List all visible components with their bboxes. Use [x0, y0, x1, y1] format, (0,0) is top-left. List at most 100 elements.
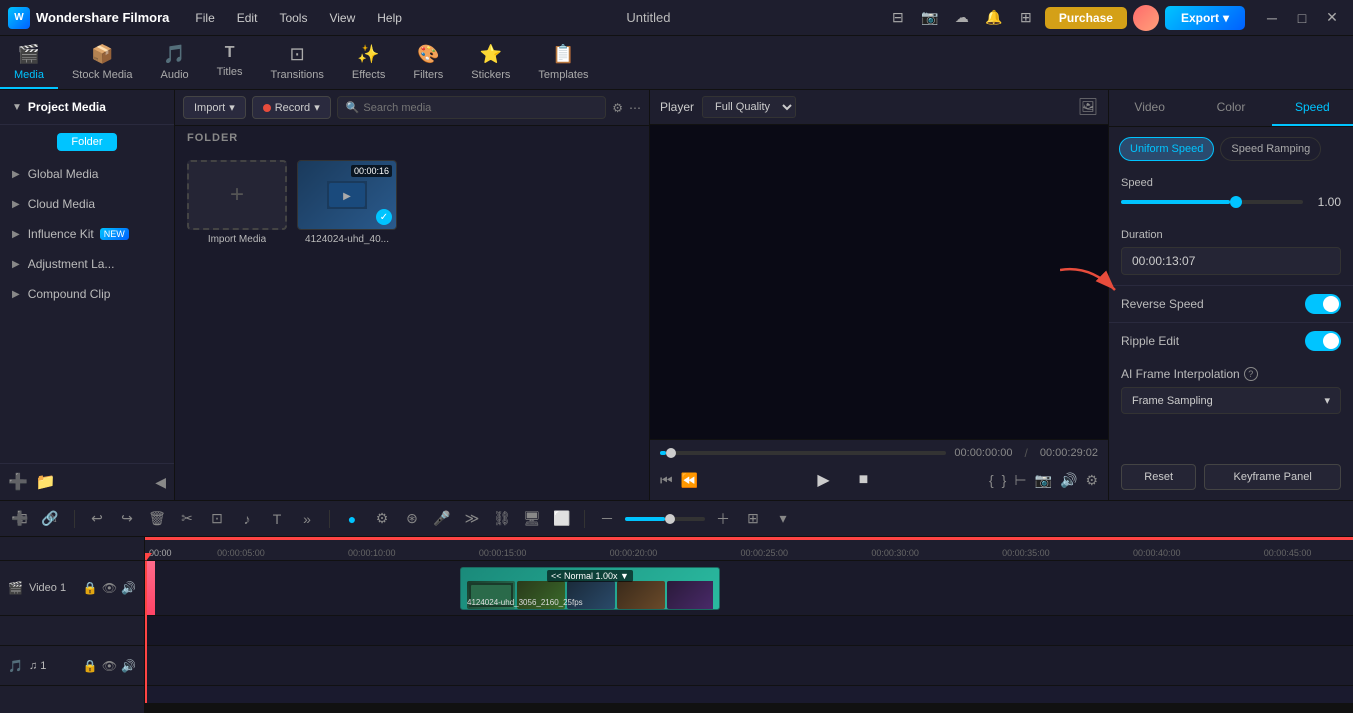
- green-circle-icon[interactable]: ●: [340, 507, 364, 531]
- media-file-item[interactable]: ▶ 00:00:16 ✓ 4124024-uhd_40...: [297, 160, 397, 245]
- speed2-icon[interactable]: ≫: [460, 507, 484, 531]
- camera-icon[interactable]: 📷: [917, 5, 943, 31]
- ripple-edit-toggle[interactable]: [1305, 331, 1341, 351]
- tab-titles[interactable]: T Titles: [203, 38, 257, 89]
- tab-media[interactable]: 🎬 Media: [0, 38, 58, 89]
- record-button[interactable]: Record ▾: [252, 96, 331, 119]
- redo-icon[interactable]: ↪: [115, 507, 139, 531]
- info-icon[interactable]: ?: [1244, 367, 1258, 381]
- audio-lock-icon[interactable]: 🔒: [83, 659, 98, 673]
- menu-help[interactable]: Help: [367, 7, 412, 29]
- tab-speed[interactable]: Speed: [1272, 90, 1353, 126]
- video-clip[interactable]: << Normal 1.00x ▼: [460, 567, 720, 610]
- audio-icon[interactable]: ♪: [235, 507, 259, 531]
- menu-edit[interactable]: Edit: [227, 7, 268, 29]
- uniform-speed-tab[interactable]: Uniform Speed: [1119, 137, 1214, 161]
- cut-icon[interactable]: ✂: [175, 507, 199, 531]
- shield-icon[interactable]: ⊛: [400, 507, 424, 531]
- image-view-icon[interactable]: 🖼: [1078, 99, 1098, 116]
- tab-transitions[interactable]: ⊡ Transitions: [257, 38, 338, 89]
- settings2-icon[interactable]: ⚙: [370, 507, 394, 531]
- sidebar-item-global-media[interactable]: ▶ Global Media: [0, 159, 174, 189]
- win-maximize-button[interactable]: □: [1289, 5, 1315, 31]
- track-lock-icon[interactable]: 🔒: [83, 581, 98, 595]
- tab-effects[interactable]: ✨ Effects: [338, 38, 399, 89]
- zoom-slider[interactable]: [625, 517, 705, 521]
- remove-folder-icon[interactable]: 📁: [36, 472, 56, 492]
- tab-video[interactable]: Video: [1109, 90, 1190, 126]
- playhead[interactable]: [145, 561, 147, 703]
- tab-templates[interactable]: 📋 Templates: [524, 38, 602, 89]
- purchase-button[interactable]: Purchase: [1045, 7, 1127, 29]
- keyframe-panel-button[interactable]: Keyframe Panel: [1204, 464, 1341, 490]
- chevron-down2-icon[interactable]: ▾: [771, 507, 795, 531]
- mic-icon[interactable]: 🎤: [430, 507, 454, 531]
- link2-icon[interactable]: 🔗: [38, 507, 62, 531]
- more-icon[interactable]: ⋯: [629, 101, 641, 115]
- sidebar-item-compound-clip[interactable]: ▶ Compound Clip: [0, 279, 174, 309]
- filter-icon[interactable]: ⚙: [612, 101, 623, 115]
- text-icon[interactable]: T: [265, 507, 289, 531]
- progress-track[interactable]: [660, 451, 946, 455]
- menu-tools[interactable]: Tools: [269, 7, 317, 29]
- minus-zoom-icon[interactable]: －: [595, 507, 619, 531]
- cloud-icon[interactable]: ☁: [949, 5, 975, 31]
- add-track-icon[interactable]: ➕: [8, 507, 32, 531]
- export-button[interactable]: Export ▾: [1165, 6, 1245, 30]
- tab-stickers[interactable]: ⭐ Stickers: [457, 38, 524, 89]
- crop-icon[interactable]: ⊡: [205, 507, 229, 531]
- play-back-icon[interactable]: ⏪: [681, 472, 698, 489]
- grid2-icon[interactable]: ⊞: [741, 507, 765, 531]
- win-minimize-button[interactable]: ─: [1259, 5, 1285, 31]
- track-speaker-icon[interactable]: 🔊: [121, 581, 136, 595]
- grid-icon[interactable]: ⊞: [1013, 5, 1039, 31]
- reset-button[interactable]: Reset: [1121, 464, 1196, 490]
- win-close-button[interactable]: ✕: [1319, 5, 1345, 31]
- duration-value[interactable]: 00:00:13:07: [1121, 247, 1341, 275]
- minimize-window-icon[interactable]: ⊟: [885, 5, 911, 31]
- tab-stock-media[interactable]: 📦 Stock Media: [58, 38, 147, 89]
- menu-view[interactable]: View: [319, 7, 365, 29]
- link-icon[interactable]: ⛓: [490, 507, 514, 531]
- import-button[interactable]: Import ▾: [183, 96, 246, 119]
- delete-icon[interactable]: 🗑: [145, 507, 169, 531]
- audio-speaker-icon[interactable]: 🔊: [121, 659, 136, 673]
- interpolation-select[interactable]: Frame Sampling ▾: [1121, 387, 1341, 414]
- audio-eye-icon[interactable]: 👁: [102, 659, 117, 673]
- split-icon[interactable]: ⊢: [1014, 472, 1026, 489]
- user-avatar[interactable]: [1133, 5, 1159, 31]
- folder-button[interactable]: Folder: [57, 133, 116, 151]
- quality-select[interactable]: Full Quality: [702, 96, 796, 118]
- search-input[interactable]: [363, 102, 597, 114]
- screen-icon[interactable]: 🖥: [520, 507, 544, 531]
- import-thumb[interactable]: +: [187, 160, 287, 230]
- stop-button[interactable]: ■: [850, 466, 878, 494]
- media-thumb[interactable]: ▶ 00:00:16 ✓: [297, 160, 397, 230]
- bell-icon[interactable]: 🔔: [981, 5, 1007, 31]
- track-eye-icon[interactable]: 👁: [102, 581, 117, 595]
- sidebar-item-cloud-media[interactable]: ▶ Cloud Media: [0, 189, 174, 219]
- import-media-item[interactable]: + Import Media: [187, 160, 287, 245]
- tab-color[interactable]: Color: [1190, 90, 1271, 126]
- progress-bar[interactable]: 00:00:00:00 / 00:00:29:02: [660, 446, 1098, 460]
- speaker-icon[interactable]: 🔊: [1060, 472, 1077, 489]
- search-box[interactable]: 🔍: [337, 96, 607, 119]
- plus-zoom-icon[interactable]: ＋: [711, 507, 735, 531]
- sidebar-item-influence-kit[interactable]: ▶ Influence Kit NEW: [0, 219, 174, 249]
- sidebar-item-adjustment[interactable]: ▶ Adjustment La...: [0, 249, 174, 279]
- speed-ramping-tab[interactable]: Speed Ramping: [1220, 137, 1321, 161]
- tab-audio[interactable]: 🎵 Audio: [147, 38, 203, 89]
- play-button[interactable]: ▶: [810, 466, 838, 494]
- settings-icon[interactable]: ⚙: [1085, 472, 1098, 489]
- tab-filters[interactable]: 🎨 Filters: [399, 38, 457, 89]
- bracket-left-icon[interactable]: {: [989, 472, 994, 488]
- bracket-right-icon[interactable]: }: [1002, 472, 1007, 488]
- sidebar-collapse-icon[interactable]: ◀: [155, 474, 166, 491]
- add-folder-icon[interactable]: ➕: [8, 472, 28, 492]
- more-tools-icon[interactable]: »: [295, 507, 319, 531]
- step-back-icon[interactable]: ⏮: [660, 472, 673, 489]
- speed-slider[interactable]: [1121, 200, 1303, 204]
- reverse-speed-toggle[interactable]: [1305, 294, 1341, 314]
- screenshot-icon[interactable]: 📷: [1035, 472, 1052, 489]
- menu-file[interactable]: File: [185, 7, 224, 29]
